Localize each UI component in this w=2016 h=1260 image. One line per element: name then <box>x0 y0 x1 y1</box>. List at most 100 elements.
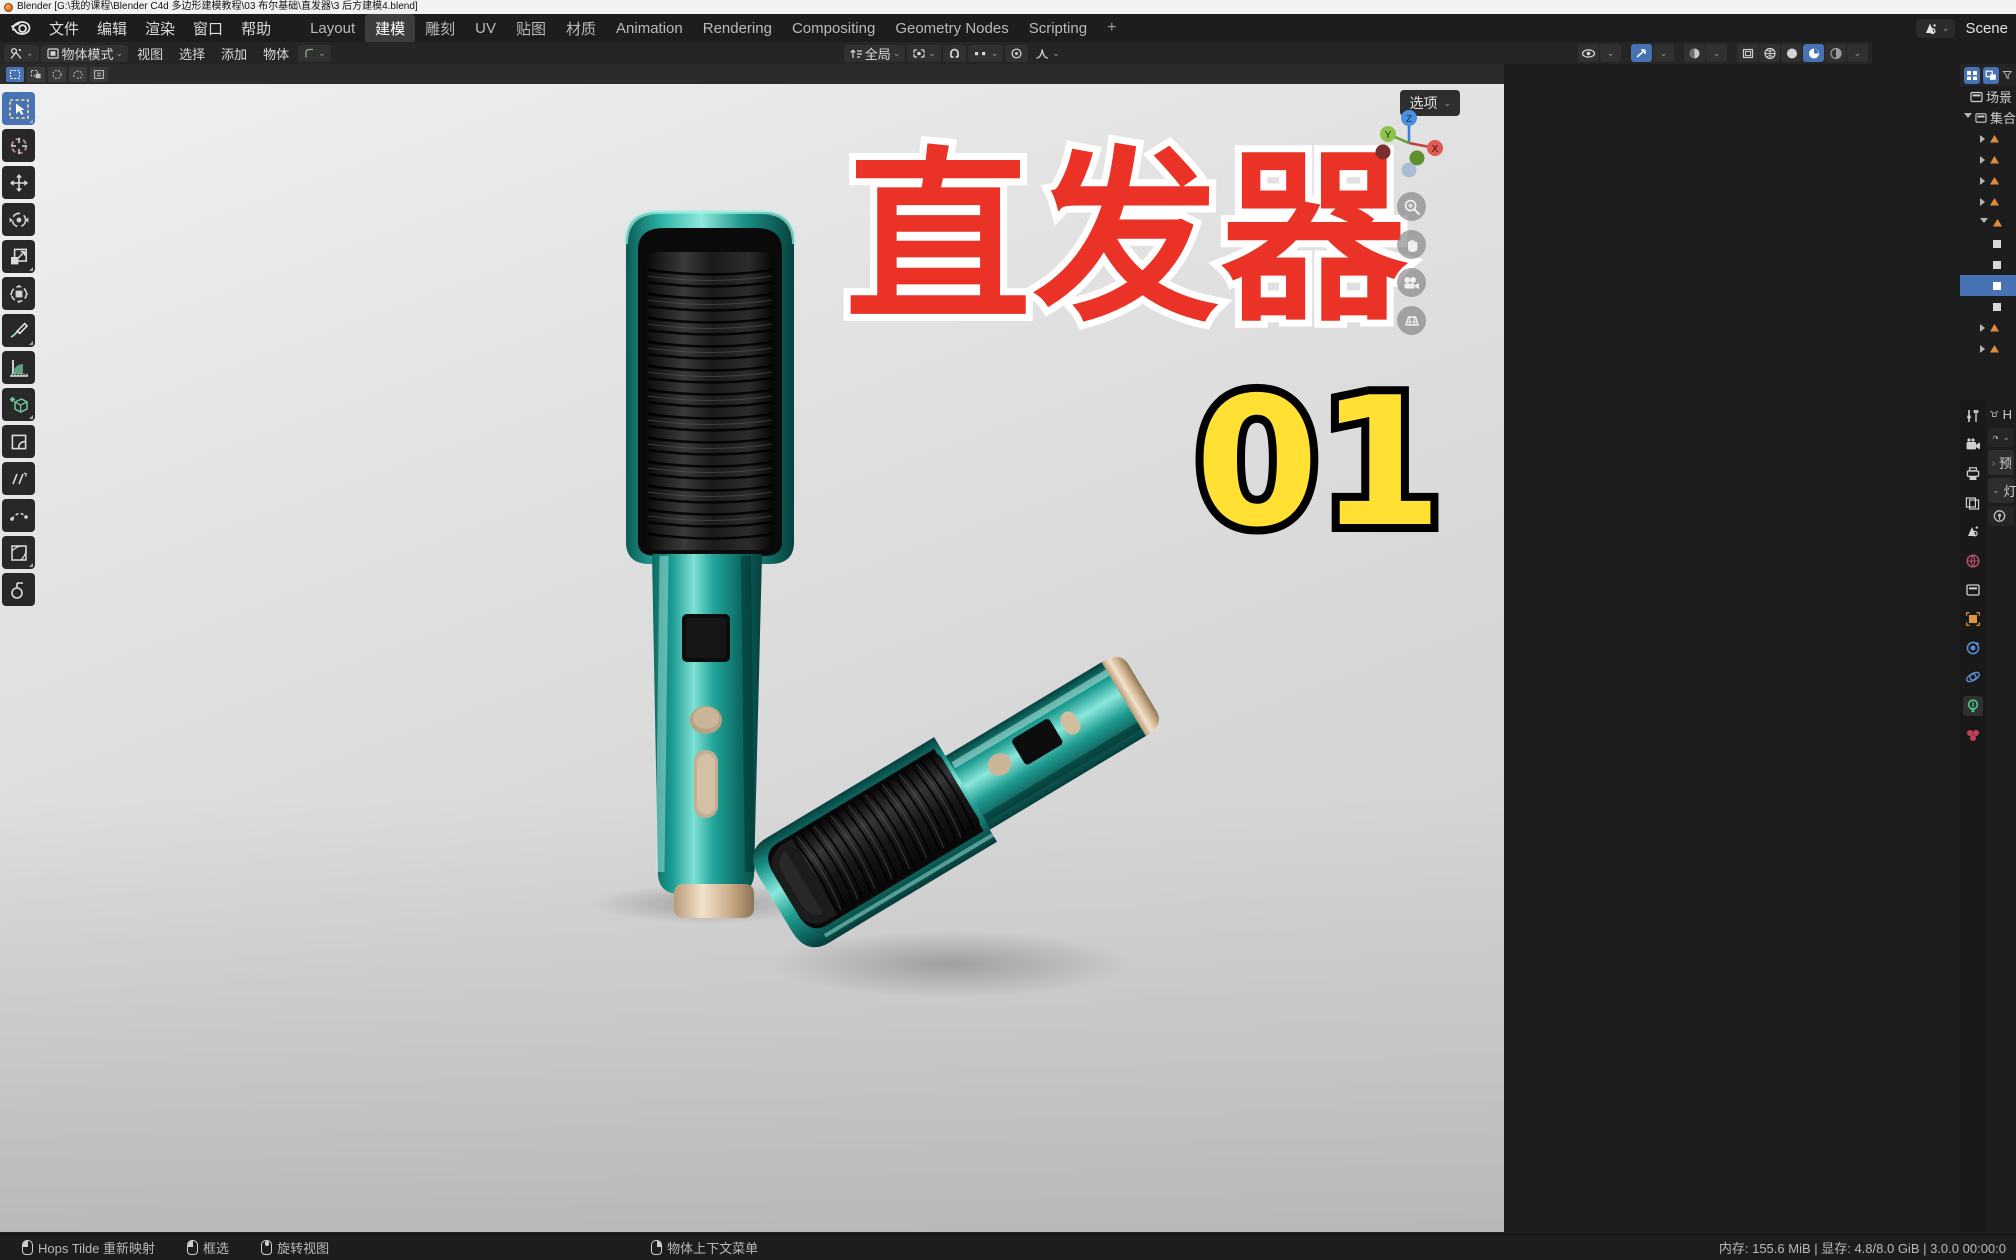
workspace-tab-sculpting[interactable]: 雕刻 <box>415 14 465 43</box>
workspace-tab-uv[interactable]: UV <box>465 16 506 41</box>
select-mode-invert[interactable] <box>69 66 87 82</box>
workspace-tab-modeling[interactable]: 建模 <box>365 13 416 43</box>
outliner-row-object-expanded[interactable] <box>1960 212 2016 233</box>
properties-tab-physics[interactable] <box>1963 667 1983 687</box>
chevron-right-icon[interactable] <box>1980 197 1985 206</box>
viewport-ortho-button[interactable] <box>1397 306 1426 335</box>
snap-magnet-toggle[interactable] <box>942 44 966 62</box>
properties-datablock-selector[interactable]: ⌄ <box>1988 428 2014 447</box>
transform-orientation-selector[interactable]: 全局 ⌄ <box>843 44 906 62</box>
shading-rendered[interactable] <box>1803 44 1825 62</box>
properties-tab-modifiers[interactable] <box>1963 638 1983 658</box>
proportional-edit-toggle[interactable] <box>1005 44 1029 62</box>
tool-scale[interactable] <box>2 240 35 273</box>
outliner-row-child[interactable] <box>1960 233 2016 254</box>
viewport-menu-select[interactable]: 选择 <box>172 42 212 65</box>
outliner-row-object[interactable] <box>1960 128 2016 149</box>
tool-measure[interactable] <box>2 351 35 384</box>
object-extras-dropdown[interactable]: ⌄ <box>298 44 331 62</box>
tool-transform[interactable] <box>2 277 35 310</box>
shading-wireframe[interactable] <box>1737 44 1759 62</box>
menu-help[interactable]: 帮助 <box>232 15 280 42</box>
pivot-point-selector[interactable]: ⌄ <box>907 44 941 62</box>
xray-dropdown[interactable]: ⌄ <box>1706 44 1728 62</box>
shading-solid[interactable] <box>1759 44 1781 62</box>
workspace-tab-compositing[interactable]: Compositing <box>782 16 885 41</box>
show-gizmo-toggle[interactable] <box>1578 44 1600 62</box>
scene-selector[interactable]: ⌄ <box>1915 18 1956 38</box>
shading-preview-extra[interactable] <box>1825 44 1847 62</box>
menu-edit[interactable]: 编辑 <box>88 15 136 42</box>
outliner-display-mode-button[interactable] <box>1982 66 1999 84</box>
tool-tweak-select-box[interactable] <box>2 92 35 125</box>
workspace-tab-geometry-nodes[interactable]: Geometry Nodes <box>885 16 1018 41</box>
tool-bevel[interactable] <box>2 425 35 458</box>
mode-selector[interactable]: 物体模式 ⌄ <box>40 44 129 62</box>
outliner-editor[interactable]: 场景 集合 <box>1960 64 2016 396</box>
outliner-row-object[interactable] <box>1960 191 2016 212</box>
chevron-right-icon[interactable] <box>1980 323 1985 332</box>
outliner-row-object[interactable] <box>1960 149 2016 170</box>
tool-cursor[interactable] <box>2 129 35 162</box>
viewport-menu-object[interactable]: 物体 <box>256 42 296 65</box>
chevron-right-icon[interactable] <box>1980 134 1985 143</box>
properties-tab-object[interactable] <box>1963 609 1983 629</box>
properties-tab-material[interactable] <box>1963 725 1983 745</box>
select-mode-set[interactable] <box>6 66 24 82</box>
outliner-row-child[interactable] <box>1960 296 2016 317</box>
outliner-row-object[interactable] <box>1960 170 2016 191</box>
light-type-selector[interactable] <box>1988 506 2014 526</box>
scene-name-field[interactable]: Scene <box>1959 20 2008 37</box>
select-mode-extend[interactable] <box>27 66 45 82</box>
workspace-tab-layout[interactable]: Layout <box>300 16 365 41</box>
properties-editor[interactable]: H ⌄ › 预 ⌄ 灯 <box>1960 400 2016 1232</box>
chevron-down-icon[interactable] <box>1980 218 1988 227</box>
properties-tab-collection[interactable] <box>1963 580 1983 600</box>
shading-dropdown[interactable]: ⌄ <box>1847 44 1869 62</box>
properties-tab-view-layer[interactable] <box>1963 493 1983 513</box>
outliner-row-object[interactable] <box>1960 317 2016 338</box>
shading-material[interactable] <box>1781 44 1803 62</box>
chevron-down-icon[interactable] <box>1964 113 1972 122</box>
menu-render[interactable]: 渲染 <box>136 15 184 42</box>
outliner-editor-type-button[interactable] <box>1964 66 1980 84</box>
navigation-gizmo[interactable]: X Y Z <box>1372 106 1446 180</box>
snap-dropdown[interactable]: ⌄ <box>967 44 1004 62</box>
show-overlays-toggle[interactable] <box>1631 44 1653 62</box>
viewport-menu-add[interactable]: 添加 <box>214 42 254 65</box>
chevron-right-icon[interactable] <box>1980 344 1985 353</box>
properties-breadcrumb[interactable]: H <box>1986 404 2016 425</box>
properties-tab-object-data[interactable] <box>1963 696 1983 716</box>
outliner-row-scene[interactable]: 场景 <box>1960 86 2016 107</box>
workspace-tab-scripting[interactable]: Scripting <box>1019 16 1097 41</box>
add-workspace-button[interactable]: + <box>1097 16 1126 40</box>
blender-menu-icon[interactable] <box>8 15 34 41</box>
select-mode-subtract[interactable] <box>48 66 66 82</box>
3d-viewport[interactable]: 直发器 01 选项 ⌄ X Y Z <box>0 84 1504 1232</box>
properties-tab-render[interactable] <box>1963 435 1983 455</box>
properties-tab-output[interactable] <box>1963 464 1983 484</box>
viewport-zoom-button[interactable] <box>1397 192 1426 221</box>
outliner-row-collection[interactable]: 集合 <box>1960 107 2016 128</box>
menu-window[interactable]: 窗口 <box>184 15 232 42</box>
tool-to-sphere[interactable] <box>2 536 35 569</box>
viewport-menu-view[interactable]: 视图 <box>130 42 170 65</box>
xray-toggle[interactable] <box>1684 44 1706 62</box>
tool-annotate[interactable] <box>2 314 35 347</box>
outliner-row-child-selected[interactable] <box>1960 275 2016 296</box>
tool-shear[interactable] <box>2 462 35 495</box>
workspace-tab-texpaint[interactable]: 贴图 <box>506 14 556 43</box>
falloff-curve-dropdown[interactable]: ⌄ <box>1030 45 1065 62</box>
mode-options-button[interactable] <box>90 66 108 82</box>
menu-file[interactable]: 文件 <box>40 15 88 42</box>
overlays-dropdown[interactable]: ⌄ <box>1653 44 1675 62</box>
workspace-tab-animation[interactable]: Animation <box>606 16 693 41</box>
properties-panel-light[interactable]: ⌄ 灯 <box>1988 478 2016 503</box>
workspace-tab-rendering[interactable]: Rendering <box>693 16 782 41</box>
tool-spin[interactable] <box>2 499 35 532</box>
tool-add-cube[interactable] <box>2 388 35 421</box>
workspace-tab-shading[interactable]: 材质 <box>556 14 606 43</box>
tool-rotate[interactable] <box>2 203 35 236</box>
tool-move[interactable] <box>2 166 35 199</box>
viewport-pan-button[interactable] <box>1397 230 1426 259</box>
